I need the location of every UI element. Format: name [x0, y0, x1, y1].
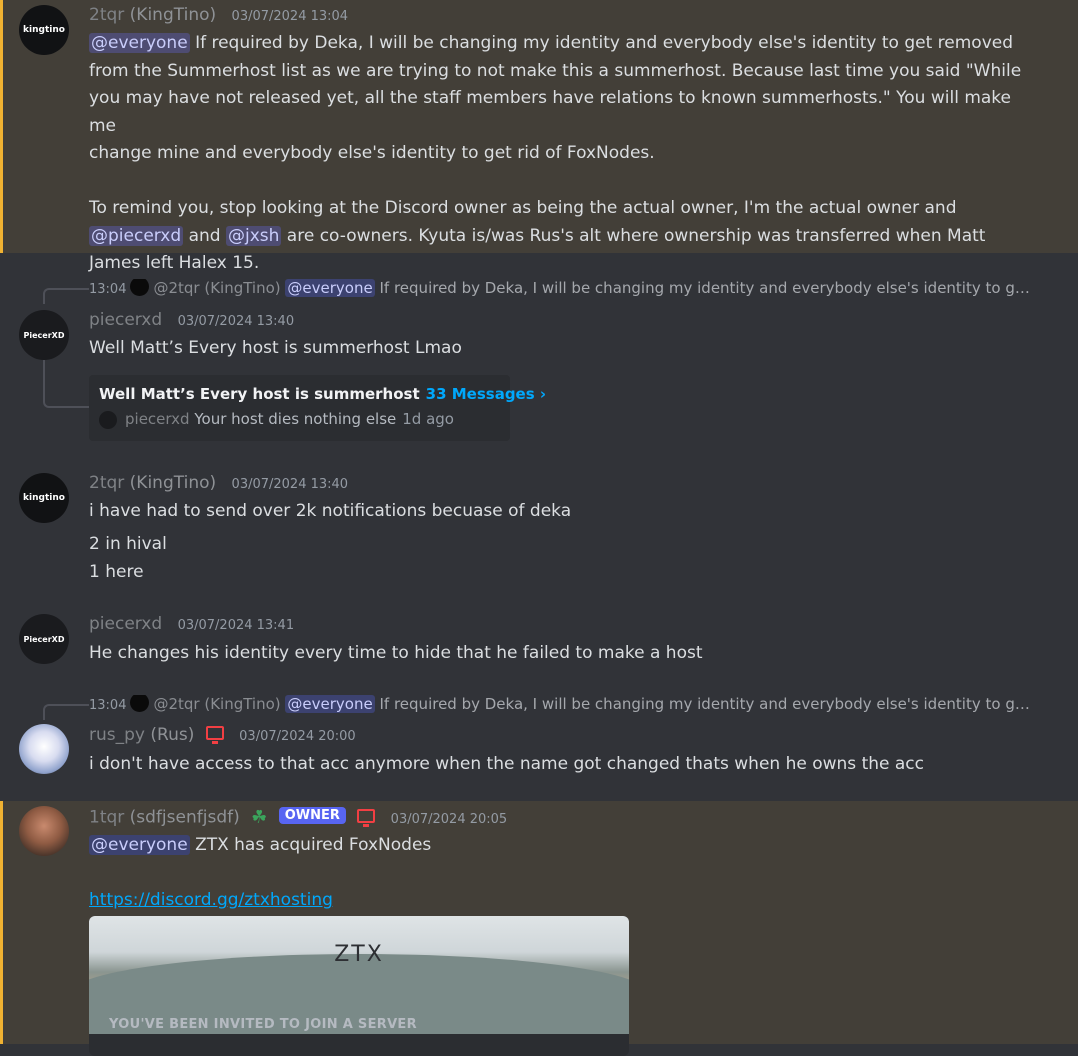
message-content: Well Matt’s Every host is summerhost Lma… [89, 338, 462, 358]
message-content: @everyone ZTX has acquired FoxNodes http… [89, 835, 432, 910]
username[interactable]: 2tqr (KingTino) [89, 473, 216, 493]
username[interactable]: piecerxd [89, 310, 162, 330]
timestamp: 03/07/2024 13:40 [177, 314, 295, 329]
desktop-icon [357, 808, 376, 827]
timestamp: 03/07/2024 13:41 [177, 618, 295, 633]
reply-avatar [130, 695, 150, 712]
message-content: 2 in hival 1 here [89, 534, 167, 582]
mention-piecerxd[interactable]: @piecerxd [89, 225, 184, 246]
thread-card[interactable]: Well Matt’s Every host is summerhost 33 M… [89, 375, 546, 441]
clover-icon: ☘ [251, 807, 268, 828]
reply-spine [43, 704, 89, 720]
avatar[interactable] [19, 724, 69, 774]
mention-everyone[interactable]: @everyone [89, 33, 190, 53]
message-content: i have had to send over 2k notifications… [89, 501, 572, 521]
mention-everyone[interactable]: @everyone [89, 835, 190, 855]
username[interactable]: 1tqr (sdfjsenfjsdf) [89, 808, 240, 828]
reply-preview[interactable]: 13:04 @2tqr (KingTino) @everyone If requi… [89, 279, 1034, 298]
invite-link[interactable]: https://discord.gg/ztxhosting [89, 890, 333, 910]
timestamp: 03/07/2024 20:00 [239, 729, 356, 744]
message-content: i don't have access to that acc anymore … [89, 754, 924, 774]
thread-avatar [99, 410, 117, 429]
invite-embed[interactable]: ZTX YOU'VE BEEN INVITED TO JOIN A SERVER [89, 916, 629, 1056]
mention-jxsh[interactable]: @jxsh [225, 225, 282, 246]
thread-last-message: piecerxd Your host dies nothing else 1d a… [99, 410, 454, 429]
thread-title: Well Matt’s Every host is summerhost 33 M… [99, 385, 547, 403]
message-2tqr-1: kingtino 2tqr (KingTino) 03/07/2024 13:0… [0, 0, 1078, 273]
avatar[interactable] [19, 806, 69, 856]
thread-message-count[interactable]: 33 Messages › [426, 385, 546, 403]
reply-avatar [130, 279, 150, 296]
timestamp: 03/07/2024 20:05 [390, 811, 508, 827]
message-content: He changes his identity every time to hi… [89, 643, 703, 663]
thread-connector [43, 360, 89, 408]
avatar[interactable]: kingtino [19, 5, 69, 55]
desktop-icon [205, 726, 224, 744]
message-header: piecerxd 03/07/2024 13:40 [89, 310, 294, 330]
owner-badge: OWNER [278, 807, 346, 824]
message-header: 2tqr (KingTino) 03/07/2024 13:40 [89, 473, 348, 493]
timestamp: 03/07/2024 13:04 [231, 9, 349, 24]
message-content: @everyone If required by Deka, I will be… [89, 33, 1022, 273]
message-header: 1tqr (sdfjsenfjsdf) ☘ OWNER 03/07/2024 2… [89, 807, 507, 828]
invite-label: YOU'VE BEEN INVITED TO JOIN A SERVER [109, 1017, 417, 1032]
server-banner: ZTX [89, 916, 629, 1034]
server-banner-logo: ZTX [334, 942, 384, 967]
username[interactable]: rus_py (Rus) [89, 725, 194, 745]
username[interactable]: 2tqr (KingTino) [89, 5, 216, 25]
message-header: 2tqr (KingTino) 03/07/2024 13:04 [89, 5, 348, 25]
timestamp: 03/07/2024 13:40 [231, 477, 349, 492]
avatar[interactable]: kingtino [19, 473, 69, 523]
avatar[interactable]: PiecerXD [19, 614, 69, 664]
reply-spine [43, 288, 89, 304]
message-header: rus_py (Rus) 03/07/2024 20:00 [89, 725, 356, 745]
avatar[interactable]: PiecerXD [19, 310, 69, 360]
username[interactable]: piecerxd [89, 614, 162, 634]
message-header: piecerxd 03/07/2024 13:41 [89, 614, 294, 634]
reply-preview[interactable]: 13:04 @2tqr (KingTino) @everyone If requi… [89, 695, 1034, 714]
